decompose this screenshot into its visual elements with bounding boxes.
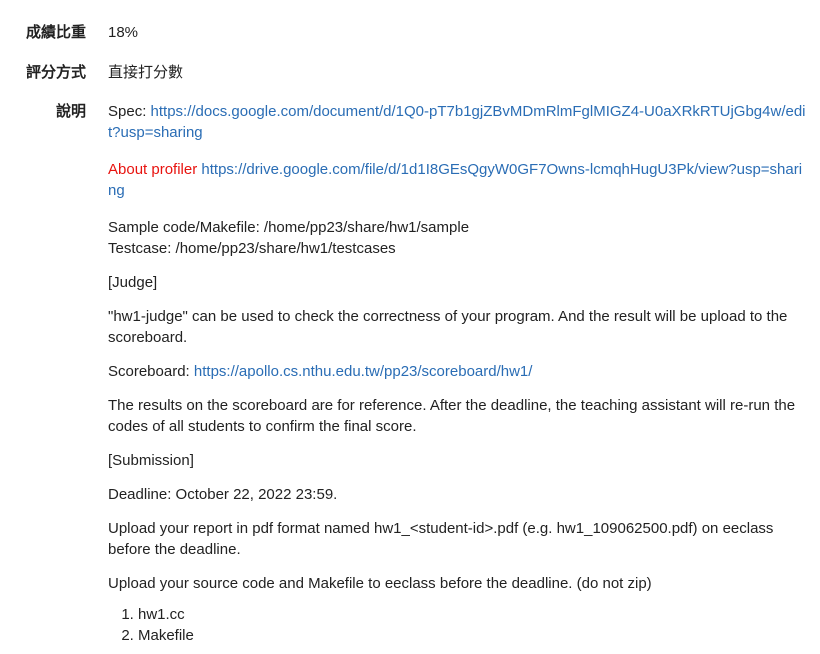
- deadline-text: Deadline: October 22, 2022 23:59.: [108, 486, 338, 503]
- submission-heading: [Submission]: [108, 452, 194, 469]
- grading-label: 評分方式: [25, 64, 86, 81]
- judge-text: "hw1-judge" can be used to check the cor…: [108, 308, 788, 346]
- spec-prefix: Spec:: [108, 103, 151, 120]
- weight-label: 成績比重: [25, 24, 86, 41]
- sample-code-text: Sample code/Makefile: /home/pp23/share/h…: [108, 219, 470, 236]
- judge-heading: [Judge]: [108, 274, 158, 291]
- scoreboard-paragraph: Scoreboard: https://apollo.cs.nthu.edu.t…: [108, 361, 808, 382]
- weight-row: 成績比重 18%: [0, 22, 138, 43]
- scoreboard-prefix: Scoreboard:: [108, 363, 194, 380]
- weight-value: 18%: [108, 24, 139, 41]
- spec-paragraph: Spec: https://docs.google.com/document/d…: [108, 101, 808, 143]
- grading-value: 直接打分數: [108, 64, 184, 81]
- testcase-text: Testcase: /home/pp23/share/hw1/testcases: [108, 240, 396, 257]
- description-row: 說明: [0, 101, 86, 122]
- list-item: Makefile: [138, 625, 808, 646]
- scoreboard-link[interactable]: https://apollo.cs.nthu.edu.tw/pp23/score…: [194, 363, 533, 380]
- grading-row: 評分方式 直接打分數: [0, 62, 183, 83]
- description-body: Spec: https://docs.google.com/document/d…: [108, 101, 808, 646]
- profiler-label: About profiler: [108, 161, 198, 178]
- source-text: Upload your source code and Makefile to …: [108, 575, 652, 592]
- paths-paragraph: Sample code/Makefile: /home/pp23/share/h…: [108, 217, 808, 259]
- profiler-paragraph: About profiler https://drive.google.com/…: [108, 159, 808, 201]
- description-label: 說明: [55, 103, 86, 120]
- results-text: The results on the scoreboard are for re…: [108, 397, 796, 435]
- report-text: Upload your report in pdf format named h…: [108, 520, 774, 558]
- spec-link[interactable]: https://docs.google.com/document/d/1Q0-p…: [108, 103, 806, 141]
- file-list: hw1.cc Makefile: [108, 604, 808, 646]
- list-item: hw1.cc: [138, 604, 808, 625]
- profiler-link[interactable]: https://drive.google.com/file/d/1d1I8GEs…: [108, 161, 802, 199]
